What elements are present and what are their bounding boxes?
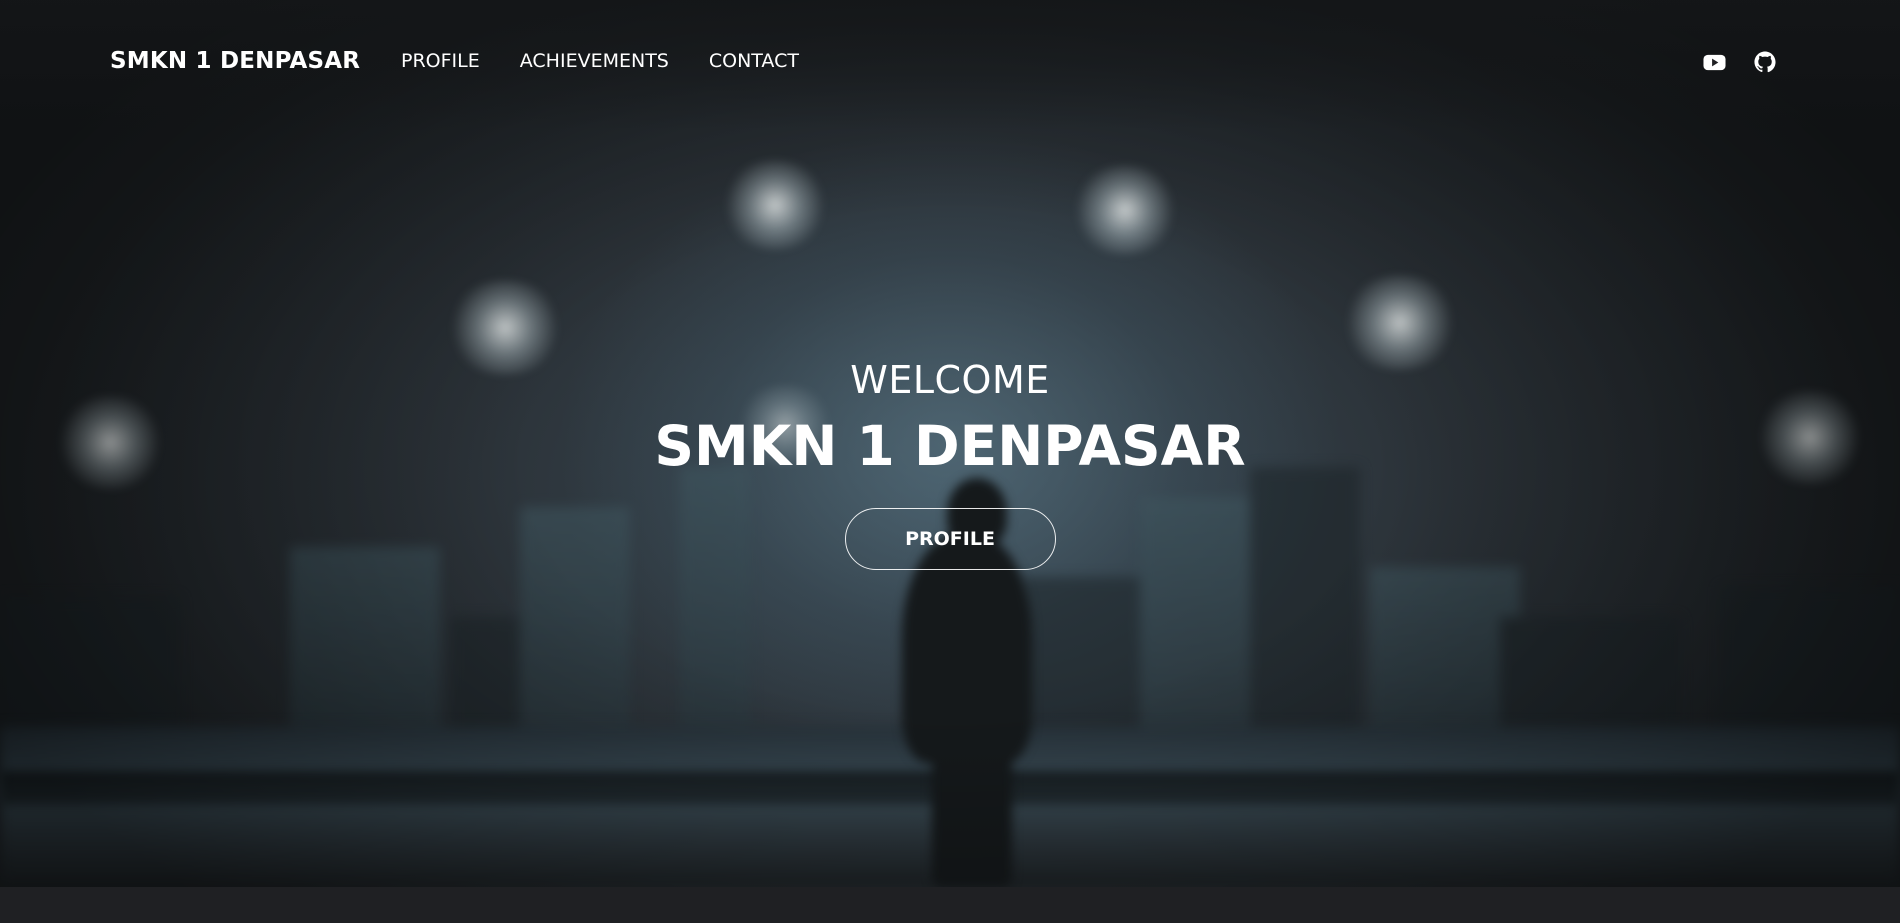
hero-content: WELCOME SMKN 1 DENPASAR PROFILE (0, 355, 1900, 570)
github-icon[interactable] (1753, 50, 1777, 74)
youtube-icon[interactable] (1702, 50, 1726, 74)
hero-title: SMKN 1 DENPASAR (654, 414, 1246, 478)
profile-button[interactable]: PROFILE (844, 508, 1056, 570)
hero-welcome-text: WELCOME (850, 358, 1050, 402)
nav-link-achievements[interactable]: ACHIEVEMENTS (520, 50, 669, 72)
brand-logo-link[interactable]: SMKN 1 DENPASAR (110, 48, 360, 74)
nav-links: PROFILE ACHIEVEMENTS CONTACT (401, 50, 799, 72)
nav-link-contact[interactable]: CONTACT (709, 50, 799, 72)
nav-link-profile[interactable]: PROFILE (401, 50, 480, 72)
navbar: SMKN 1 DENPASAR PROFILE ACHIEVEMENTS CON… (0, 0, 1900, 126)
